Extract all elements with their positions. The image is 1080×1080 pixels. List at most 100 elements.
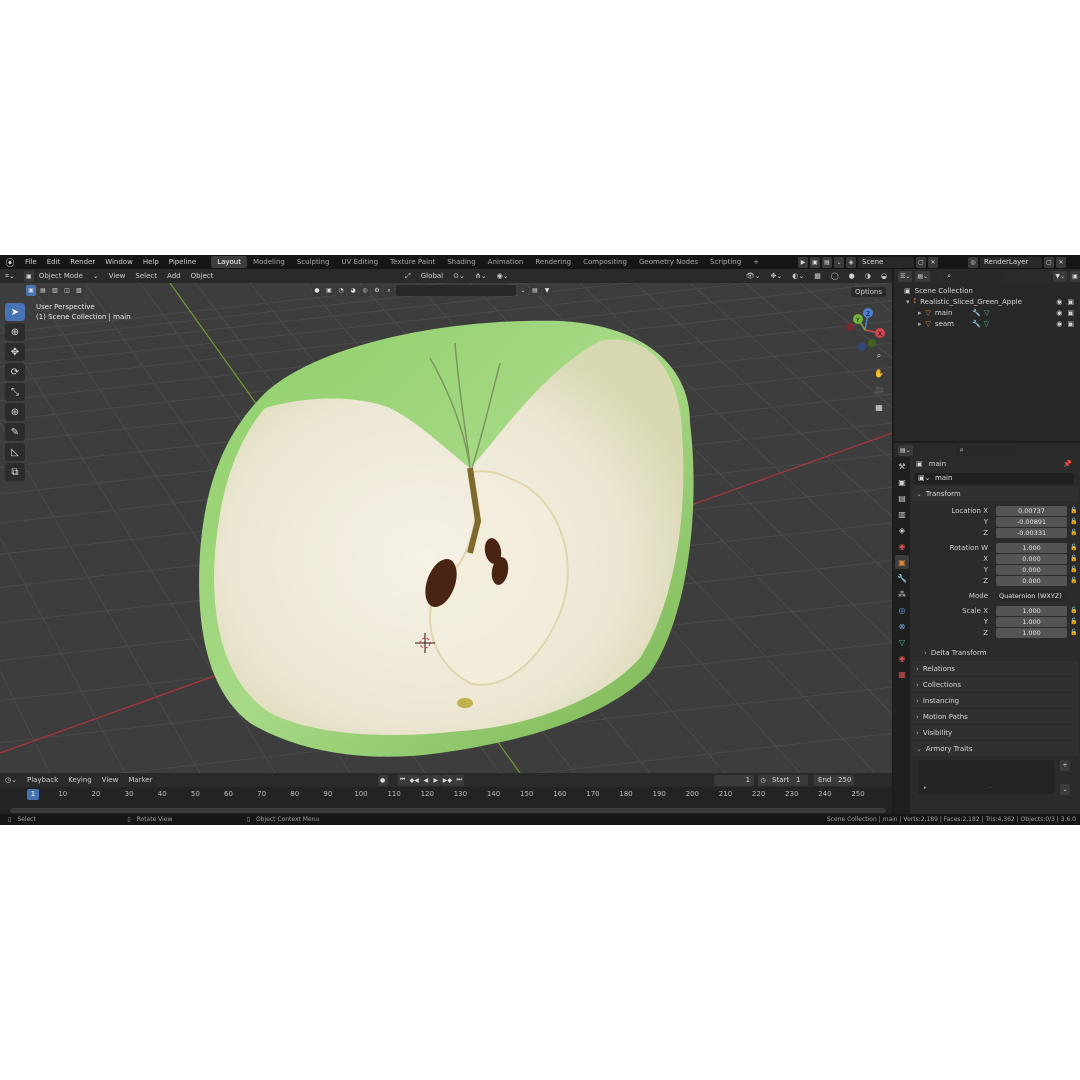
rotation-z-field[interactable]: 0.000 xyxy=(996,575,1067,586)
lock-icon[interactable]: 🔓 xyxy=(1070,544,1077,551)
outliner-search-input[interactable]: ⌕ xyxy=(943,270,1004,282)
menu-help[interactable]: Help xyxy=(138,258,164,266)
timeline-scrollbar[interactable] xyxy=(10,808,886,813)
record-icon[interactable]: ● xyxy=(377,774,388,786)
lock-icon[interactable]: 🔓 xyxy=(1070,577,1077,584)
traits-list-box[interactable]: ▸ ⋯ xyxy=(918,760,1054,794)
outliner-filter-icon[interactable]: ▼⌄ xyxy=(1053,270,1067,282)
3d-viewport[interactable]: ▣ ▤ ▥ ◫ ▧ ● ▣ ◔ ◕ ◎ ⚙ ⌕ ⌄ ▤ ▼ Options ➤ … xyxy=(0,283,892,773)
snap-icon[interactable]: ⋔⌄ xyxy=(470,272,492,280)
search-icon[interactable]: ⌕ xyxy=(384,285,394,296)
select-tool-icon[interactable]: ➤ xyxy=(5,303,25,321)
menu-keying[interactable]: Keying xyxy=(63,776,97,784)
shading-rendered-icon[interactable]: ◒ xyxy=(876,272,892,280)
add-trait-icon[interactable]: + xyxy=(1060,760,1070,771)
outliner-editor-icon[interactable]: ☰⌄ xyxy=(898,270,913,282)
move-tool-icon[interactable]: ✥ xyxy=(5,343,25,361)
transform-panel-header[interactable]: ⌄ Transform xyxy=(912,486,1078,501)
funnel-icon[interactable]: ▼ xyxy=(542,285,552,296)
world-tab-icon[interactable]: ◉ xyxy=(895,539,909,553)
pivot-icon[interactable]: ⊙⌄ xyxy=(448,272,470,280)
relations-panel-header[interactable]: › Relations xyxy=(912,661,1078,676)
xray-icon[interactable]: ▦ xyxy=(809,272,826,280)
collapse-arrow-icon[interactable]: ▸ xyxy=(918,320,922,328)
new-scene-icon[interactable]: ▢ xyxy=(916,256,926,268)
mode-dropdown[interactable]: Object Mode xyxy=(34,272,88,280)
data-tab-icon[interactable]: ▽ xyxy=(895,635,909,649)
lock-icon[interactable]: 🔓 xyxy=(1070,629,1077,636)
next-key-icon[interactable]: ▶◆ xyxy=(440,774,455,786)
cursor-tool-icon[interactable]: ⊕ xyxy=(5,323,25,341)
filter-camera-icon[interactable]: ◕ xyxy=(348,285,358,296)
tab-uv-editing[interactable]: UV Editing xyxy=(336,256,385,268)
zoom-icon[interactable]: ⌕ xyxy=(872,349,886,363)
outliner-item-seam[interactable]: ▸ ▽ seam 🔧 ▽ ◉ ▣ xyxy=(894,318,1080,329)
lock-icon[interactable]: 🔓 xyxy=(1070,555,1077,562)
eye-icon[interactable]: ◉ xyxy=(1056,298,1062,306)
tab-rendering[interactable]: Rendering xyxy=(529,256,577,268)
playhead-frame[interactable]: 1 xyxy=(27,789,39,800)
visibility-icon[interactable]: 👁⌄ xyxy=(741,272,766,280)
stopwatch-icon[interactable]: ◷ xyxy=(758,774,769,786)
filter-color-icon[interactable]: ● xyxy=(312,285,322,296)
scale-y-field[interactable]: 1.000 xyxy=(996,616,1067,627)
eye-icon[interactable]: ◉ xyxy=(1056,320,1062,328)
measure-tool-icon[interactable]: ◺ xyxy=(5,443,25,461)
menu-marker[interactable]: Marker xyxy=(123,776,157,784)
menu-file[interactable]: File xyxy=(20,258,42,266)
gizmo-icon[interactable]: ✥⌄ xyxy=(765,272,787,280)
lock-icon[interactable]: 🔓 xyxy=(1070,507,1077,514)
navigation-gizmo[interactable]: X Y Z xyxy=(840,305,890,355)
modifier-tab-icon[interactable]: 🔧 xyxy=(895,571,909,585)
filter-other-icon[interactable]: ⚙ xyxy=(372,285,382,296)
filter-empty-icon[interactable]: ◎ xyxy=(360,285,370,296)
menu-pipeline[interactable]: Pipeline xyxy=(164,258,201,266)
motion-paths-panel-header[interactable]: › Motion Paths xyxy=(912,709,1078,724)
eye-icon[interactable]: ◉ xyxy=(1056,309,1062,317)
shading-wire-icon[interactable]: ◯ xyxy=(826,272,844,280)
filter-options-icon[interactable]: ⌄ xyxy=(518,285,528,296)
transform-tool-icon[interactable]: ⊛ xyxy=(5,403,25,421)
play-reverse-icon[interactable]: ◀ xyxy=(420,774,431,786)
play-forward-icon[interactable]: ▶ xyxy=(430,774,441,786)
play-icon[interactable]: ▶ xyxy=(798,256,808,268)
lock-icon[interactable]: 🔓 xyxy=(1070,618,1077,625)
list-resize-icon[interactable]: ⋯ xyxy=(988,785,993,791)
camera-view-icon[interactable]: 🎥 xyxy=(872,383,886,397)
annotate-tool-icon[interactable]: ✎ xyxy=(5,423,25,441)
tab-animation[interactable]: Animation xyxy=(482,256,530,268)
menu-playback[interactable]: Playback xyxy=(22,776,63,784)
collections-panel-header[interactable]: › Collections xyxy=(912,677,1078,692)
menu-add[interactable]: Add xyxy=(162,272,186,280)
delete-layer-icon[interactable]: ✕ xyxy=(1056,256,1066,268)
instancing-panel-header[interactable]: › Instancing xyxy=(912,693,1078,708)
visibility-panel-header[interactable]: › Visibility xyxy=(912,725,1078,740)
scale-tool-icon[interactable]: ⤡ xyxy=(5,383,25,401)
list-expand-icon[interactable]: ▸ xyxy=(924,785,927,791)
rotate-tool-icon[interactable]: ⟳ xyxy=(5,363,25,381)
scale-z-field[interactable]: 1.000 xyxy=(996,627,1067,638)
render-layer-field[interactable]: RenderLayer xyxy=(980,256,1042,268)
camera-icon[interactable]: ▣ xyxy=(1067,298,1074,306)
menu-render[interactable]: Render xyxy=(65,258,100,266)
output-tab-icon[interactable]: ▤ xyxy=(895,491,909,505)
tab-shading[interactable]: Shading xyxy=(441,256,481,268)
jump-start-icon[interactable]: ⏮ xyxy=(397,774,408,786)
sort-icon[interactable]: ▤ xyxy=(530,285,540,296)
render-layer-icon[interactable]: ◎ xyxy=(968,256,978,268)
blender-logo-icon[interactable]: ⦿ xyxy=(0,256,20,269)
rotation-w-field[interactable]: 1.000 xyxy=(996,542,1067,553)
tool-tab-icon[interactable]: ⚒ xyxy=(895,459,909,473)
tab-geometry-nodes[interactable]: Geometry Nodes xyxy=(633,256,704,268)
rotation-x-field[interactable]: 0.000 xyxy=(996,553,1067,564)
properties-search-input[interactable]: ⌕ xyxy=(955,444,1016,456)
collapse-arrow-icon[interactable]: ▸ xyxy=(918,309,922,317)
viewport-search-input[interactable] xyxy=(396,285,516,296)
display-mode-icon[interactable]: ▤⌄ xyxy=(915,270,931,282)
start-frame-field[interactable]: 1 xyxy=(792,774,809,786)
delete-scene-icon[interactable]: ✕ xyxy=(928,256,938,268)
delta-transform-header[interactable]: › Delta Transform xyxy=(912,645,1078,660)
tab-modeling[interactable]: Modeling xyxy=(247,256,291,268)
filter-mesh-icon[interactable]: ▣ xyxy=(324,285,334,296)
trait-menu-icon[interactable]: ⌄ xyxy=(1060,784,1070,795)
